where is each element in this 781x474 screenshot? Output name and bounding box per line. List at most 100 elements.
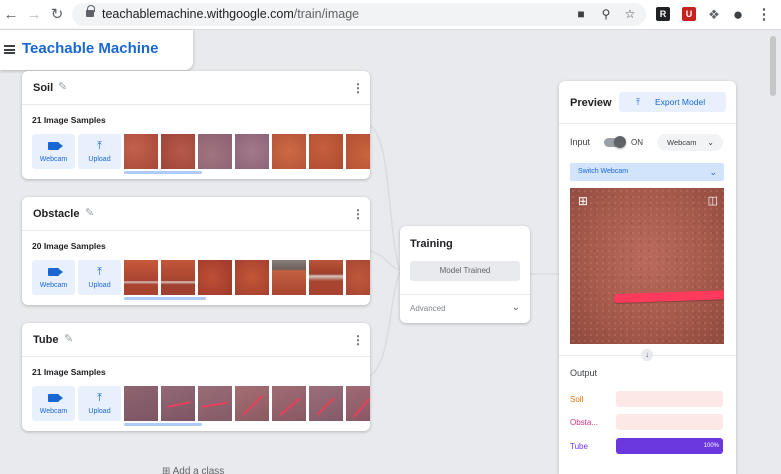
webcam-feed: ⊞ ◫ [570,188,724,344]
sample-thumbnail[interactable] [198,260,232,295]
chevron-down-icon: ⌄ [709,167,717,177]
extension-icon[interactable]: U [682,7,696,21]
sample-thumbnail[interactable] [198,386,232,421]
sample-thumbnail[interactable] [346,386,370,421]
class-card-soil: Soil ✎ ⋮ 21 Image Samples Webcam ⤒ Uploa… [22,71,370,179]
hamburger-menu-icon[interactable] [4,45,15,54]
sample-thumbnail[interactable] [161,386,195,421]
thumbnail-scrollbar[interactable] [124,171,202,174]
more-options-icon[interactable]: ⋮ [352,82,364,94]
class-header: Tube ✎ ⋮ [22,323,370,357]
sample-thumbnail[interactable] [124,386,158,421]
input-source-select[interactable]: Webcam ⌄ [657,134,723,151]
output-class-label: Obsta... [570,418,599,427]
export-model-button[interactable]: ⤒ Export Model [619,92,726,112]
toggle-knob[interactable] [614,136,626,148]
webcam-button[interactable]: Webcam [32,386,75,421]
video-camera-icon [32,139,75,153]
more-options-icon[interactable]: ⋮ [352,334,364,346]
edit-pencil-icon[interactable]: ✎ [64,333,77,346]
class-header: Obstacle ✎ ⋮ [22,197,370,231]
forward-icon[interactable]: → [25,6,43,24]
video-camera-icon [32,391,75,405]
menu-icon[interactable]: ⋮ [755,6,773,24]
input-toggle[interactable] [604,136,626,148]
sample-thumbnail[interactable] [235,386,269,421]
training-panel: Training Model Trained Advanced ⌄ [400,226,530,323]
app-header: Teachable Machine [0,30,193,70]
sample-thumbnail[interactable] [309,260,343,295]
edit-pencil-icon[interactable]: ✎ [85,207,98,220]
sample-thumbnail[interactable] [309,134,343,169]
divider [400,294,530,295]
sample-thumbnails[interactable] [124,260,370,295]
samples-count: 21 Image Samples [32,367,106,377]
switch-webcam-select[interactable]: Switch Webcam ⌄ [570,163,724,181]
output-label: Output [570,368,598,378]
sample-thumbnail[interactable] [235,134,269,169]
profile-icon[interactable]: ● [729,6,747,24]
sample-thumbnail[interactable] [198,134,232,169]
upload-button[interactable]: ⤒ Upload [78,134,121,169]
toggle-state-label: ON [631,138,643,147]
thumbnail-scrollbar[interactable] [124,423,202,426]
class-name[interactable]: Soil [33,82,53,95]
upload-button[interactable]: ⤒ Upload [78,386,121,421]
upload-icon: ⤒ [97,266,102,278]
flip-icon[interactable]: ◫ [708,194,718,208]
sample-thumbnails[interactable] [124,386,370,421]
confidence-bar [616,391,723,407]
lock-icon[interactable] [86,5,95,19]
divider [559,123,736,124]
thumbnail-scrollbar[interactable] [124,297,206,300]
sample-thumbnail[interactable] [161,134,195,169]
webcam-button[interactable]: Webcam [32,260,75,295]
star-icon[interactable]: ☆ [623,7,637,21]
webcam-button[interactable]: Webcam [32,134,75,169]
confidence-bar [616,414,723,430]
puzzle-icon[interactable]: ❖ [705,6,723,24]
advanced-toggle[interactable]: Advanced [410,304,446,314]
upload-icon: ⤒ [97,140,102,152]
address-bar[interactable]: teachablemachine.withgoogle.com/train/im… [72,3,646,26]
sample-thumbnail[interactable] [235,260,269,295]
sample-thumbnail[interactable] [272,134,306,169]
sample-thumbnails[interactable] [124,134,370,169]
arrow-down-icon: ↓ [641,349,653,361]
sample-thumbnail[interactable] [161,260,195,295]
class-card-obstacle: Obstacle ✎ ⋮ 20 Image Samples Webcam ⤒ U… [22,197,370,305]
chevron-down-icon: ⌄ [707,138,714,147]
add-class-button[interactable]: ⊞ Add a class [162,466,224,474]
sample-thumbnail[interactable] [346,134,370,169]
preview-title: Preview [570,97,612,109]
camera-icon[interactable]: ■ [574,7,588,21]
training-title: Training [410,238,453,250]
extension-icon[interactable]: R [656,7,670,21]
more-options-icon[interactable]: ⋮ [352,208,364,220]
confidence-percent: 100% [703,443,719,449]
chevron-down-icon[interactable]: ⌄ [512,302,520,314]
sample-thumbnail[interactable] [346,260,370,295]
reload-icon[interactable]: ↻ [48,6,66,24]
model-trained-button[interactable]: Model Trained [410,261,520,281]
sample-thumbnail[interactable] [124,260,158,295]
sample-thumbnail[interactable] [272,386,306,421]
url-text[interactable]: teachablemachine.withgoogle.com/train/im… [102,7,359,22]
app-title[interactable]: Teachable Machine [22,40,158,58]
crop-icon[interactable]: ⊞ [578,194,588,208]
class-card-tube: Tube ✎ ⋮ 21 Image Samples Webcam ⤒ Uploa… [22,323,370,431]
input-label: Input [570,137,591,147]
zoom-icon[interactable]: ⚲ [599,7,613,21]
page-scrollbar[interactable] [770,36,776,96]
upload-icon: ⤒ [97,392,102,404]
back-icon[interactable]: ← [2,6,20,24]
sample-thumbnail[interactable] [272,260,306,295]
upload-button[interactable]: ⤒ Upload [78,260,121,295]
video-camera-icon [32,265,75,279]
edit-pencil-icon[interactable]: ✎ [58,81,71,94]
class-name[interactable]: Tube [33,334,58,347]
browser-toolbar: ← → ↻ teachablemachine.withgoogle.com/tr… [0,0,781,30]
sample-thumbnail[interactable] [309,386,343,421]
class-name[interactable]: Obstacle [33,208,79,221]
sample-thumbnail[interactable] [124,134,158,169]
